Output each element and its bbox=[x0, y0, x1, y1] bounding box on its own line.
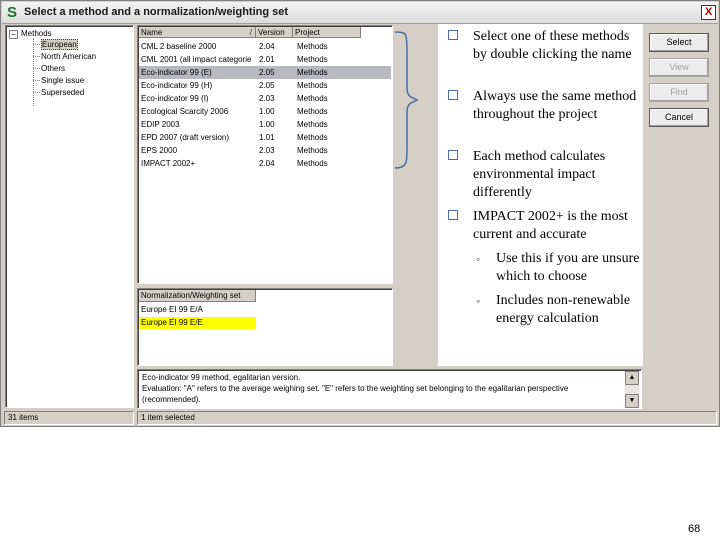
cell-project: Methods bbox=[297, 55, 328, 64]
table-row[interactable]: CML 2001 (all impact categorie 2.01 Method… bbox=[139, 53, 391, 66]
note-text: IMPACT 2002+ is the most current and acc… bbox=[473, 209, 628, 242]
cell-name: Eco-indicator 99 (H) bbox=[141, 81, 213, 90]
cell-project: Methods bbox=[297, 133, 328, 142]
cell-version: 2.03 bbox=[259, 146, 275, 155]
page-number: 68 bbox=[688, 523, 701, 535]
scroll-up-icon[interactable]: ▲ bbox=[625, 371, 639, 385]
checkbox-bullet-icon bbox=[448, 150, 458, 160]
note-sub-text: Use this if you are unsure which to choo… bbox=[496, 251, 640, 284]
cell-name: CML 2 baseline 2000 bbox=[141, 42, 217, 51]
column-header-label: Name bbox=[141, 28, 163, 37]
tree-item-label: Superseded bbox=[41, 88, 85, 97]
cancel-button[interactable]: Cancel bbox=[649, 108, 709, 127]
description-line: (recommended). bbox=[142, 395, 201, 404]
cell-name: CML 2001 (all impact categorie bbox=[141, 55, 252, 64]
description-scrollbar[interactable]: ▲ ▼ bbox=[625, 371, 639, 408]
circle-bullet-icon: ◦ bbox=[476, 252, 481, 266]
cell-version: 1.01 bbox=[259, 133, 275, 142]
table-row[interactable]: Eco-indicator 99 (I) 2.03 Methods bbox=[139, 92, 391, 105]
close-icon[interactable]: X bbox=[701, 5, 716, 20]
cell-name: Eco-indicator 99 (E) bbox=[141, 68, 212, 77]
cell-project: Methods bbox=[297, 107, 328, 116]
cell-version: 2.01 bbox=[259, 55, 275, 64]
tree-item-european[interactable]: European bbox=[33, 39, 78, 50]
norm-row-selected[interactable]: Europe EI 99 E/E bbox=[139, 317, 256, 329]
note-text: Each method calculates environmental imp… bbox=[473, 149, 606, 200]
norm-row[interactable]: Europe EI 99 E/A bbox=[139, 304, 256, 316]
cell-project: Methods bbox=[297, 68, 328, 77]
title-bar: S Select a method and a normalization/we… bbox=[2, 2, 718, 24]
cell-project: Methods bbox=[297, 81, 328, 90]
table-row[interactable]: EPD 2007 (draft version) 1.01 Methods bbox=[139, 131, 391, 144]
note-sub-text: Includes non-renewable energy calculatio… bbox=[496, 293, 631, 326]
checkbox-bullet-icon bbox=[448, 30, 458, 40]
collapse-icon[interactable]: − bbox=[9, 30, 18, 39]
tree-root[interactable]: − Methods bbox=[9, 29, 52, 39]
cell-version: 2.03 bbox=[259, 94, 275, 103]
select-button[interactable]: Select bbox=[649, 33, 709, 52]
column-header-name[interactable]: Name / bbox=[139, 27, 256, 38]
table-row[interactable]: EDIP 2003 1.00 Methods bbox=[139, 118, 391, 131]
column-header-normalization[interactable]: Normalization/Weighting set bbox=[139, 290, 256, 302]
tree-item-single-issue[interactable]: Single issue bbox=[33, 76, 84, 85]
tree-item-label: European bbox=[41, 39, 78, 50]
methods-table: Name / Version Project CML 2 baseline 20… bbox=[137, 25, 393, 284]
cell-project: Methods bbox=[297, 146, 328, 155]
tree-root-label: Methods bbox=[21, 29, 52, 38]
cell-name: IMPACT 2002+ bbox=[141, 159, 196, 168]
table-row[interactable]: EPS 2000 2.03 Methods bbox=[139, 144, 391, 157]
slide-notes: Select one of these methods by double cl… bbox=[438, 24, 643, 366]
cell-project: Methods bbox=[297, 159, 328, 168]
table-row-selected[interactable]: Eco-indicator 99 (E) 2.05 Methods bbox=[139, 66, 391, 79]
checkbox-bullet-icon bbox=[448, 90, 458, 100]
cell-name: EPS 2000 bbox=[141, 146, 178, 155]
cell-version: 1.00 bbox=[259, 107, 275, 116]
tree-item-label: Others bbox=[41, 64, 66, 73]
checkbox-bullet-icon bbox=[448, 210, 458, 220]
bracket-icon bbox=[394, 31, 419, 169]
cell-project: Methods bbox=[297, 94, 328, 103]
tree-item-label: North American bbox=[41, 52, 97, 61]
note-text: Select one of these methods by double cl… bbox=[473, 29, 632, 62]
view-button[interactable]: View bbox=[649, 58, 709, 77]
cell-project: Methods bbox=[297, 42, 328, 51]
status-selection: 1 item selected bbox=[137, 411, 717, 425]
circle-bullet-icon: ◦ bbox=[476, 294, 481, 308]
methods-tree: − Methods European North American Others … bbox=[5, 25, 134, 408]
cell-project: Methods bbox=[297, 120, 328, 129]
tree-item-superseded[interactable]: Superseded bbox=[33, 88, 84, 97]
status-bar: 31 items 1 item selected bbox=[2, 410, 718, 426]
table-row[interactable]: CML 2 baseline 2000 2.04 Methods bbox=[139, 40, 391, 53]
table-row[interactable]: IMPACT 2002+ 2.04 Methods bbox=[139, 157, 391, 170]
note-text: Always use the same method throughout th… bbox=[473, 89, 637, 122]
description-box: Eco-indicator 99 method, egalitarian ver… bbox=[137, 369, 642, 409]
tree-item-label: Single issue bbox=[41, 76, 85, 85]
window-title: Select a method and a normalization/weig… bbox=[24, 6, 289, 18]
sort-icon: / bbox=[249, 28, 252, 37]
find-button[interactable]: Find bbox=[649, 83, 709, 102]
tree-item-others[interactable]: Others bbox=[33, 64, 65, 73]
normalization-table: Normalization/Weighting set Europe EI 99… bbox=[137, 288, 393, 366]
cell-version: 1.00 bbox=[259, 120, 275, 129]
cell-name: Ecological Scarcity 2006 bbox=[141, 107, 229, 116]
tree-item-north-american[interactable]: North American bbox=[33, 52, 96, 61]
table-row[interactable]: Ecological Scarcity 2006 1.00 Methods bbox=[139, 105, 391, 118]
cell-name: Eco-indicator 99 (I) bbox=[141, 94, 209, 103]
description-line: Evaluation: "A" refers to the average we… bbox=[142, 384, 569, 393]
table-row[interactable]: Eco-indicator 99 (H) 2.05 Methods bbox=[139, 79, 391, 92]
cell-version: 2.05 bbox=[259, 68, 275, 77]
cell-version: 2.04 bbox=[259, 42, 275, 51]
cell-version: 2.04 bbox=[259, 159, 275, 168]
scroll-down-icon[interactable]: ▼ bbox=[625, 394, 639, 408]
description-line: Eco-indicator 99 method, egalitarian ver… bbox=[142, 373, 301, 382]
cell-name: EDIP 2003 bbox=[141, 120, 180, 129]
column-header-version[interactable]: Version bbox=[256, 27, 293, 38]
column-header-project[interactable]: Project bbox=[293, 27, 361, 38]
cell-version: 2.05 bbox=[259, 81, 275, 90]
simapro-icon: S bbox=[7, 4, 18, 21]
cell-name: EPD 2007 (draft version) bbox=[141, 133, 230, 142]
status-item-count: 31 items bbox=[4, 411, 134, 425]
